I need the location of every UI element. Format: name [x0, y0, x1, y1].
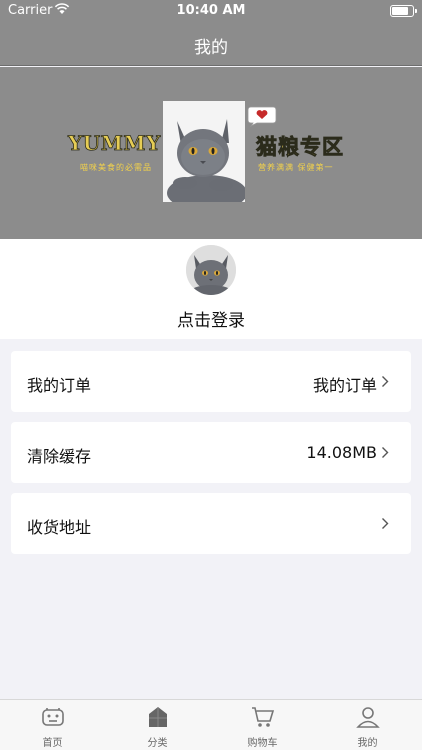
my-orders-label: 我的订单	[27, 376, 92, 395]
tab-home[interactable]: 首页	[0, 700, 105, 750]
banner-brand-text: YUMMY	[68, 131, 161, 156]
chevron-right-icon	[382, 376, 389, 387]
banner-slogan-left: 喵咪美食的必需品	[80, 163, 152, 172]
cart-icon	[252, 707, 275, 727]
login-prompt[interactable]: 点击登录	[0, 306, 422, 331]
tab-profile[interactable]: 我的	[315, 700, 420, 750]
cache-size-value: 14.08MB	[306, 443, 377, 462]
chevron-right-icon	[382, 518, 389, 529]
navigation-bar: 我的	[0, 22, 422, 66]
tab-cart[interactable]: 购物车	[210, 700, 315, 750]
tab-profile-label: 我的	[357, 738, 378, 749]
shipping-address-row[interactable]: 收货地址	[11, 493, 411, 554]
clock: 10:40 AM	[176, 3, 246, 18]
status-bar: Carrier 10:40 AM	[0, 0, 422, 22]
tab-cart-label: 购物车	[247, 738, 278, 749]
tab-category-label: 分类	[147, 738, 168, 749]
my-orders-row[interactable]: 我的订单 我的订单	[11, 351, 411, 412]
category-icon	[149, 707, 167, 727]
tab-category[interactable]: 分类	[105, 700, 210, 750]
tab-home-label: 首页	[42, 738, 63, 749]
tab-bar: 首页 分类 购物车 我的	[0, 699, 422, 750]
page-title: 我的	[194, 38, 228, 58]
battery-icon	[390, 5, 417, 17]
home-icon	[42, 708, 64, 726]
clear-cache-label: 清除缓存	[27, 447, 92, 466]
banner-zone-title: 猫粮专区	[256, 135, 344, 160]
heart-bubble-icon	[247, 106, 277, 127]
avatar[interactable]	[186, 245, 236, 295]
my-orders-value: 我的订单	[312, 376, 377, 395]
chevron-right-icon	[382, 447, 389, 458]
profile-header[interactable]: 点击登录	[0, 239, 422, 339]
profile-icon	[356, 707, 380, 728]
shipping-address-label: 收货地址	[27, 518, 92, 537]
clear-cache-row[interactable]: 清除缓存 14.08MB	[11, 422, 411, 483]
banner-cat-image	[163, 101, 245, 202]
banner-slogan-right: 营养满满 保健第一	[258, 163, 334, 172]
